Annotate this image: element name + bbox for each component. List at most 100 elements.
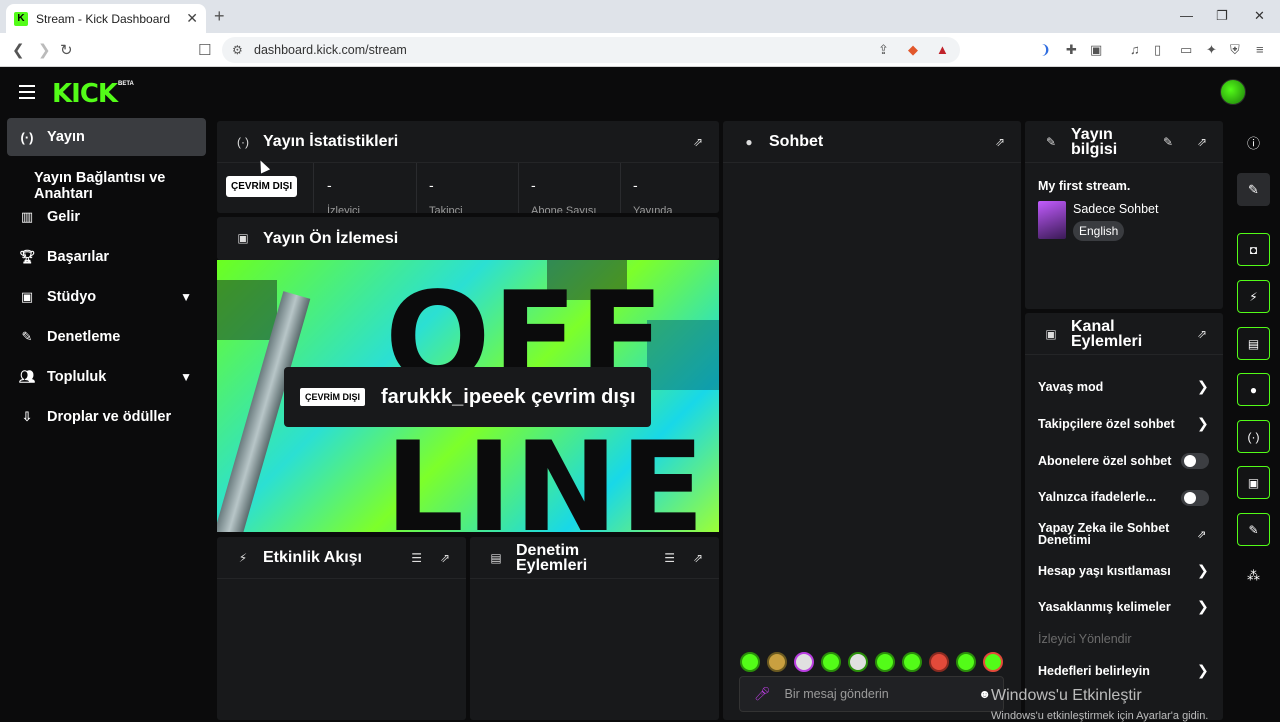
emote-bar	[740, 652, 1003, 672]
panel-header: ✎ Yayın bilgisi ✎ ⇗	[1025, 121, 1223, 163]
activity-toggle-icon[interactable]: ⚡︎	[1237, 280, 1270, 313]
stat-label: Yayında	[633, 205, 673, 213]
chat-placeholder: Bir mesaj gönderin	[784, 687, 889, 701]
reload-icon[interactable]: ↻	[60, 41, 73, 59]
followers-only-item[interactable]: Takipçilere özel sohbet	[1038, 417, 1210, 431]
emote-icon[interactable]	[929, 652, 949, 672]
drops-icon: ⇩	[21, 409, 33, 424]
extensions-icon[interactable]: ✚	[1066, 42, 1077, 58]
info-icon[interactable]: ⓘ	[1237, 126, 1270, 159]
sidebar-item-yayin[interactable]: (·) Yayın	[7, 118, 206, 156]
chat-toggle-icon[interactable]: ●	[1237, 373, 1270, 406]
popout-icon[interactable]: ⇗	[1197, 327, 1207, 341]
community-icon: 👥︎	[19, 369, 36, 384]
slow-mode-item[interactable]: Yavaş mod	[1038, 380, 1210, 394]
chevron-down-icon[interactable]: ▼	[180, 290, 192, 304]
speech-icon[interactable]: ❩	[1040, 42, 1051, 58]
popout-icon[interactable]: ⇗	[440, 551, 450, 565]
chevron-right-icon[interactable]: ❯	[1197, 662, 1209, 679]
sidebar-item-studyo[interactable]: ▣ Stüdyo ▼	[7, 278, 206, 316]
emote-icon[interactable]	[983, 652, 1003, 672]
maximize-icon[interactable]: ❐	[1216, 8, 1228, 24]
popout-icon[interactable]: ⇗	[995, 135, 1005, 149]
site-info-icon[interactable]: ⚙	[232, 43, 243, 57]
account-age-item[interactable]: Hesap yaşı kısıtlaması	[1038, 564, 1210, 578]
chart-icon: ▥	[20, 209, 34, 224]
filter-icon[interactable]: ☰	[664, 551, 675, 565]
emote-icon[interactable]	[902, 652, 922, 672]
close-tab-icon[interactable]: ✕	[186, 10, 198, 27]
media-icon[interactable]: ♫	[1130, 42, 1140, 57]
emote-icon[interactable]	[956, 652, 976, 672]
sidebar: (·) Yayın Yayın Bağlantısı ve Anahtarı ▥…	[0, 117, 214, 720]
panel-title: Denetim Eylemleri	[516, 541, 588, 574]
offline-message: farukkk_ipeeek çevrim dışı	[381, 385, 636, 408]
more-widgets-icon[interactable]: ⁂	[1237, 559, 1270, 592]
back-icon[interactable]: ❮	[12, 41, 25, 59]
sidebar-item-topluluk[interactable]: 👥︎ Topluluk ▼	[7, 358, 206, 396]
edit-icon[interactable]: ✎	[1163, 135, 1173, 149]
browser-tab[interactable]: K Stream - Kick Dashboard ✕	[6, 4, 206, 33]
sidebar-item-label: Droplar ve ödüller	[47, 409, 172, 425]
chevron-right-icon[interactable]: ❯	[1197, 598, 1209, 615]
channel-actions-toggle-icon[interactable]: ▣	[1237, 466, 1270, 499]
set-goals-item[interactable]: Hedefleri belirleyin	[1038, 664, 1210, 678]
reader-icon[interactable]: ▣	[1090, 42, 1102, 58]
preview-toggle-icon[interactable]: ◘	[1237, 233, 1270, 266]
bookmark-icon[interactable]: ☐	[198, 41, 211, 59]
moderation-toggle-icon[interactable]: ▤	[1237, 327, 1270, 360]
forward-icon[interactable]: ❯	[38, 41, 51, 59]
filter-icon[interactable]: ☰	[411, 551, 422, 565]
menu-icon[interactable]: ≡	[1256, 42, 1264, 57]
emote-icon[interactable]	[821, 652, 841, 672]
emote-icon[interactable]	[848, 652, 868, 672]
edit-layout-icon[interactable]: ✎	[1237, 173, 1270, 206]
stat-value: -	[633, 177, 638, 193]
brave-shield-icon[interactable]: ◆	[908, 42, 918, 58]
chevron-right-icon[interactable]: ❯	[1197, 378, 1209, 395]
chevron-right-icon[interactable]: ❯	[1197, 415, 1209, 432]
stat-value: -	[429, 177, 434, 193]
ai-moderation-item[interactable]: Yapay Zeka ile Sohbet Denetimi	[1038, 522, 1188, 547]
sidebar-item-label: Gelir	[47, 209, 81, 225]
banned-words-item[interactable]: Yasaklanmış kelimeler	[1038, 600, 1210, 614]
sidebar-item-basarilar[interactable]: 🏆︎ Başarılar	[7, 238, 206, 276]
emote-icon[interactable]	[767, 652, 787, 672]
emote-icon[interactable]	[740, 652, 760, 672]
chat-message-input[interactable]: 🎤︎ Bir mesaj gönderin ☻	[739, 676, 1004, 712]
leo-icon[interactable]: ✦	[1206, 42, 1217, 58]
minimize-icon[interactable]: —	[1180, 8, 1193, 23]
subscribers-only-toggle[interactable]	[1181, 453, 1209, 469]
stream-info-toggle-icon[interactable]: ✎	[1237, 513, 1270, 546]
wallet-icon[interactable]: ▭	[1180, 42, 1192, 58]
user-avatar[interactable]	[1220, 79, 1246, 105]
kick-logo[interactable]: KICK	[52, 79, 118, 109]
popout-icon[interactable]: ⇗	[693, 551, 703, 565]
rewards-icon[interactable]: ▲	[936, 42, 949, 57]
sidebar-toggle-icon[interactable]: ▯	[1154, 42, 1161, 58]
broadcast-icon: (·)	[237, 134, 249, 149]
stats-toggle-icon[interactable]: (·)	[1237, 420, 1270, 453]
emote-icon[interactable]	[794, 652, 814, 672]
close-window-icon[interactable]: ✕	[1254, 8, 1265, 24]
popout-icon[interactable]: ⇗	[693, 135, 703, 149]
microphone-icon[interactable]: 🎤︎	[754, 686, 771, 702]
sidebar-item-droplar[interactable]: ⇩ Droplar ve ödüller	[7, 398, 206, 436]
panel-title: Yayın Ön İzlemesi	[263, 229, 399, 247]
new-tab-icon[interactable]: +	[214, 6, 225, 27]
emoji-picker-icon[interactable]: ☻	[978, 687, 991, 701]
url-field[interactable]: ⚙ dashboard.kick.com/stream	[222, 37, 960, 63]
hamburger-menu-icon[interactable]	[19, 85, 35, 99]
chevron-right-icon[interactable]: ❯	[1197, 562, 1209, 579]
sidebar-item-denetleme[interactable]: ✎ Denetleme	[7, 318, 206, 356]
panel-header: ● Sohbet ⇗	[723, 121, 1021, 163]
emotes-only-toggle[interactable]	[1181, 490, 1209, 506]
vpn-icon[interactable]: ⛨	[1230, 42, 1240, 58]
emote-icon[interactable]	[875, 652, 895, 672]
external-link-icon[interactable]: ⇗	[1197, 528, 1206, 541]
popout-icon[interactable]: ⇗	[1197, 135, 1207, 149]
share-icon[interactable]: ⇪	[878, 42, 889, 58]
sidebar-item-gelir[interactable]: ▥ Gelir	[7, 198, 206, 236]
chevron-down-icon[interactable]: ▼	[180, 370, 192, 384]
wrench-icon: ✎	[21, 329, 33, 344]
